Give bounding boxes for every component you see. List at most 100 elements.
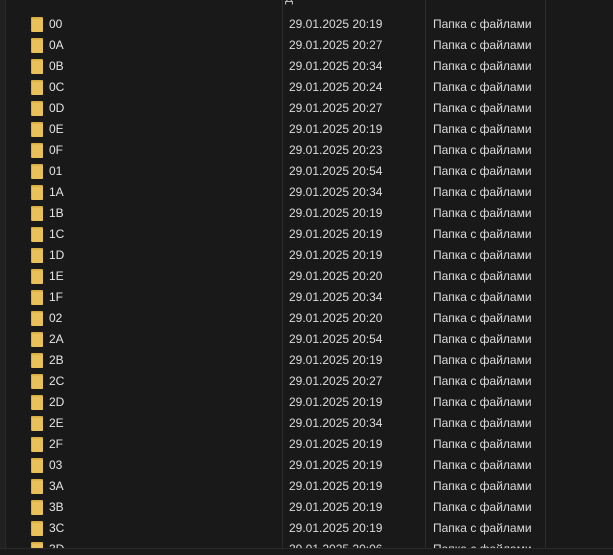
list-item[interactable]: 1E 29.01.2025 20:20 Папка с файлами [0, 266, 600, 287]
item-name: 0C [49, 80, 65, 94]
item-name: 3B [49, 500, 64, 514]
item-name: 3C [49, 521, 65, 535]
item-name: 3A [49, 479, 64, 493]
folder-icon [31, 164, 43, 179]
item-date-modified: 29.01.2025 20:27 [289, 101, 383, 115]
item-name: 0A [49, 38, 64, 52]
item-date-modified: 29.01.2025 20:19 [289, 122, 383, 136]
item-date-modified: 29.01.2025 20:19 [289, 395, 383, 409]
vertical-scrollbar[interactable] [601, 0, 613, 555]
item-date-modified: 29.01.2025 20:34 [289, 185, 383, 199]
item-date-modified: 29.01.2025 20:20 [289, 269, 383, 283]
item-name: 01 [49, 164, 63, 178]
item-type: Папка с файлами [433, 311, 532, 325]
item-name: 0D [49, 101, 65, 115]
folder-icon [31, 143, 43, 158]
item-date-modified: 29.01.2025 20:19 [289, 437, 383, 451]
list-item[interactable]: 00 29.01.2025 20:19 Папка с файлами [0, 14, 600, 35]
list-item[interactable]: 02 29.01.2025 20:20 Папка с файлами [0, 308, 600, 329]
item-name: 2E [49, 416, 64, 430]
item-date-modified: 29.01.2025 20:20 [289, 311, 383, 325]
item-date-modified: 29.01.2025 20:54 [289, 164, 383, 178]
item-name: 1B [49, 206, 64, 220]
folder-icon [31, 80, 43, 95]
item-type: Папка с файлами [433, 248, 532, 262]
item-type: Папка с файлами [433, 17, 532, 31]
item-name: 2C [49, 374, 65, 388]
list-item[interactable]: 2B 29.01.2025 20:19 Папка с файлами [0, 350, 600, 371]
list-item[interactable]: 0B 29.01.2025 20:34 Папка с файлами [0, 56, 600, 77]
item-date-modified: 29.01.2025 20:19 [289, 458, 383, 472]
list-item[interactable]: 0F 29.01.2025 20:23 Папка с файлами [0, 140, 600, 161]
item-type: Папка с файлами [433, 164, 532, 178]
list-item[interactable]: 1B 29.01.2025 20:19 Папка с файлами [0, 203, 600, 224]
item-date-modified: 29.01.2025 20:54 [289, 332, 383, 346]
folder-icon [31, 206, 43, 221]
item-name: 1F [49, 290, 64, 304]
item-name: 2F [49, 437, 64, 451]
list-item[interactable]: 0E 29.01.2025 20:19 Папка с файлами [0, 119, 600, 140]
item-type: Папка с файлами [433, 101, 532, 115]
list-item[interactable]: 0C 29.01.2025 20:24 Папка с файлами [0, 77, 600, 98]
folder-icon [31, 59, 43, 74]
list-item[interactable]: 01 29.01.2025 20:54 Папка с файлами [0, 161, 600, 182]
item-type: Папка с файлами [433, 374, 532, 388]
list-item[interactable]: 1A 29.01.2025 20:34 Папка с файлами [0, 182, 600, 203]
item-name: 1D [49, 248, 65, 262]
date-column-header[interactable]: Д [285, 0, 293, 5]
item-type: Папка с файлами [433, 185, 532, 199]
item-type: Папка с файлами [433, 269, 532, 283]
list-item[interactable]: 03 29.01.2025 20:19 Папка с файлами [0, 455, 600, 476]
item-type: Папка с файлами [433, 521, 532, 535]
list-item[interactable]: 3A 29.01.2025 20:19 Папка с файлами [0, 476, 600, 497]
item-type: Папка с файлами [433, 80, 532, 94]
item-date-modified: 29.01.2025 20:19 [289, 353, 383, 367]
column-header-row: Д [0, 0, 613, 9]
list-item[interactable]: 1C 29.01.2025 20:19 Папка с файлами [0, 224, 600, 245]
list-item[interactable]: 2D 29.01.2025 20:19 Папка с файлами [0, 392, 600, 413]
item-date-modified: 29.01.2025 20:19 [289, 500, 383, 514]
item-type: Папка с файлами [433, 332, 532, 346]
item-date-modified: 29.01.2025 20:24 [289, 80, 383, 94]
item-date-modified: 29.01.2025 20:19 [289, 248, 383, 262]
list-item[interactable]: 3B 29.01.2025 20:19 Папка с файлами [0, 497, 600, 518]
item-date-modified: 29.01.2025 20:19 [289, 17, 383, 31]
folder-icon [31, 332, 43, 347]
item-date-modified: 29.01.2025 20:23 [289, 143, 383, 157]
item-type: Папка с файлами [433, 290, 532, 304]
folder-icon [31, 395, 43, 410]
list-item[interactable]: 1F 29.01.2025 20:34 Папка с файлами [0, 287, 600, 308]
folder-icon [31, 248, 43, 263]
list-item[interactable]: 1D 29.01.2025 20:19 Папка с файлами [0, 245, 600, 266]
list-item[interactable]: 0D 29.01.2025 20:27 Папка с файлами [0, 98, 600, 119]
folder-icon [31, 185, 43, 200]
item-type: Папка с файлами [433, 479, 532, 493]
list-item[interactable]: 2C 29.01.2025 20:27 Папка с файлами [0, 371, 600, 392]
item-date-modified: 29.01.2025 20:19 [289, 227, 383, 241]
file-explorer-list: Д 00 29.01.2025 20:19 Папка с файлами [0, 0, 613, 555]
item-type: Папка с файлами [433, 227, 532, 241]
folder-icon [31, 101, 43, 116]
list-item[interactable]: 2A 29.01.2025 20:54 Папка с файлами [0, 329, 600, 350]
item-name: 0B [49, 59, 64, 73]
item-date-modified: 29.01.2025 20:34 [289, 59, 383, 73]
item-type: Папка с файлами [433, 206, 532, 220]
list-item[interactable]: 0A 29.01.2025 20:27 Папка с файлами [0, 35, 600, 56]
folder-icon [31, 437, 43, 452]
item-name: 2A [49, 332, 64, 346]
folder-icon [31, 500, 43, 515]
item-type: Папка с файлами [433, 353, 532, 367]
list-item[interactable]: 3C 29.01.2025 20:19 Папка с файлами [0, 518, 600, 539]
item-name: 0F [49, 143, 64, 157]
folder-icon [31, 311, 43, 326]
folder-icon [31, 521, 43, 536]
item-date-modified: 29.01.2025 20:34 [289, 290, 383, 304]
item-name: 02 [49, 311, 63, 325]
folder-icon [31, 374, 43, 389]
list-item[interactable]: 2F 29.01.2025 20:19 Папка с файлами [0, 434, 600, 455]
item-type: Папка с файлами [433, 416, 532, 430]
item-type: Папка с файлами [433, 143, 532, 157]
item-type: Папка с файлами [433, 38, 532, 52]
list-item[interactable]: 2E 29.01.2025 20:34 Папка с файлами [0, 413, 600, 434]
item-name: 2D [49, 395, 65, 409]
